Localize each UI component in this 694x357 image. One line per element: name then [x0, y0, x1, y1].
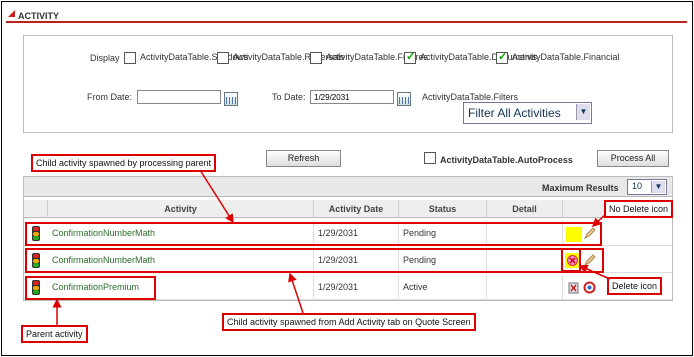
- display-label: Display: [90, 53, 120, 63]
- autoprocess-checkbox[interactable]: [424, 152, 436, 164]
- max-results-select[interactable]: 10 ▼: [627, 179, 667, 195]
- checkbox-futures-label: ActivityDataTable.Futures: [326, 52, 429, 62]
- to-date-calendar-icon[interactable]: [397, 92, 411, 106]
- checkbox-futures[interactable]: [310, 52, 322, 64]
- checkbox-shadows[interactable]: [124, 52, 136, 64]
- annotation-row-box: [25, 222, 602, 246]
- to-date-input[interactable]: [310, 90, 394, 104]
- autoprocess-label: ActivityDataTable.AutoProcess: [440, 155, 573, 165]
- collapse-triangle-icon[interactable]: [8, 10, 15, 17]
- max-results-label: Maximum Results: [542, 183, 619, 193]
- max-results-value: 10: [632, 181, 643, 191]
- chevron-down-icon: ▼: [576, 104, 590, 120]
- annotation-row-box: [25, 248, 604, 273]
- col-status-light: [24, 200, 48, 218]
- callout-child-processing: Child activity spawned by processing par…: [31, 154, 217, 172]
- filter-activities-value: Filter All Activities: [468, 106, 561, 120]
- activity-status: Active: [399, 275, 487, 300]
- activity-date: 1/29/2031: [314, 275, 399, 300]
- checkbox-shadows-label: ActivityDataTable.Shadows: [140, 52, 249, 62]
- delete-icon[interactable]: [567, 281, 580, 294]
- activity-detail: [487, 275, 563, 300]
- checkbox-reversals-label: ActivityDataTable.Reversals: [233, 52, 345, 62]
- callout-parent: Parent activity: [21, 325, 88, 343]
- to-date-label: To Date:: [272, 92, 306, 102]
- from-date-label: From Date:: [87, 92, 133, 102]
- col-status[interactable]: Status: [399, 200, 487, 218]
- checkbox-reversals[interactable]: [217, 52, 229, 64]
- col-activity[interactable]: Activity: [48, 200, 314, 218]
- results-bar: Maximum Results 10 ▼: [24, 177, 672, 197]
- checkbox-financial-label: ActivityDataTable.Financial: [512, 52, 620, 62]
- col-detail[interactable]: Detail: [487, 200, 563, 218]
- reverse-icon[interactable]: [583, 281, 596, 294]
- callout-delete-icon: Delete icon: [607, 277, 663, 295]
- checkbox-documents[interactable]: [404, 50, 416, 64]
- table-header: Activity Activity Date Status Detail: [24, 200, 672, 218]
- refresh-button[interactable]: Refresh: [266, 150, 341, 167]
- checkbox-documents-label: ActivityDataTable.Documents: [420, 52, 538, 62]
- callout-no-delete: No Delete icon: [604, 200, 674, 218]
- filters-label: ActivityDataTable.Filters: [422, 92, 519, 102]
- process-all-button[interactable]: Process All: [597, 150, 669, 167]
- checkbox-financial[interactable]: [496, 50, 508, 64]
- section-title: ACTIVITY: [18, 11, 60, 21]
- chevron-down-icon: ▼: [651, 181, 665, 193]
- callout-child-quote: Child activity spawned from Add Activity…: [222, 313, 476, 331]
- col-activity-date[interactable]: Activity Date: [314, 200, 399, 218]
- annotation-icon-box: [561, 248, 581, 272]
- annotation-row-box: [25, 276, 156, 300]
- section-header: ACTIVITY: [6, 8, 687, 23]
- from-date-input[interactable]: [137, 90, 221, 104]
- filter-activities-select[interactable]: Filter All Activities ▼: [463, 102, 592, 124]
- from-date-calendar-icon[interactable]: [224, 92, 238, 106]
